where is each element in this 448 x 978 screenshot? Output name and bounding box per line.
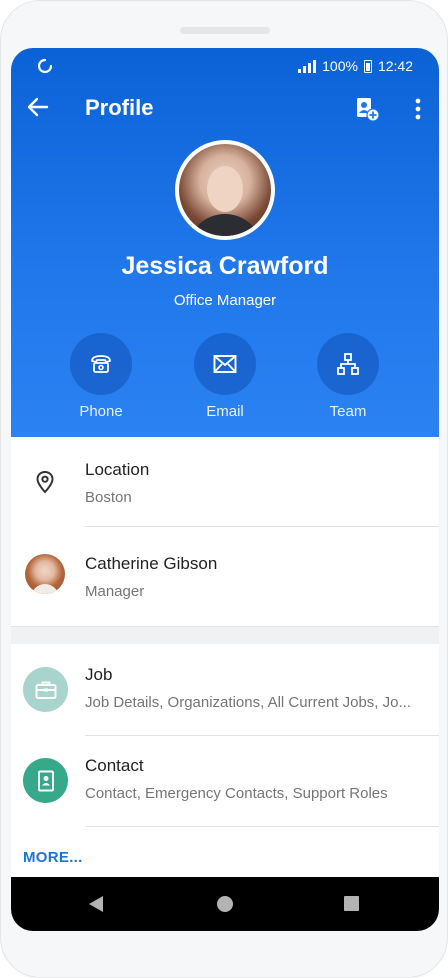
arrow-left-icon (27, 97, 49, 117)
location-pin-icon (36, 470, 54, 494)
nav-recents-icon[interactable] (344, 896, 359, 911)
more-link[interactable]: MORE... (23, 849, 83, 866)
phone-frame: 100% 12:42 Profile Jessica Crawford Offi… (0, 0, 448, 978)
nav-back-icon[interactable] (88, 895, 104, 913)
app-bar: Profile (11, 84, 439, 132)
team-action-button[interactable]: Team (308, 333, 388, 420)
job-section-row[interactable]: Job Job Details, Organizations, All Curr… (11, 645, 439, 735)
briefcase-icon (35, 681, 56, 699)
screen: 100% 12:42 Profile Jessica Crawford Offi… (11, 48, 439, 931)
contact-title: Contact (85, 756, 144, 775)
job-icon-badge (23, 667, 68, 712)
phone-action-button[interactable]: Phone (61, 333, 141, 420)
signal-icon (298, 59, 317, 73)
team-action-label: Team (329, 403, 367, 420)
phone-speaker (180, 27, 270, 34)
manager-row[interactable]: Catherine Gibson Manager (11, 527, 439, 625)
job-title: Job (85, 665, 113, 684)
status-bar: 100% 12:42 (11, 48, 439, 84)
contact-card-icon (37, 770, 54, 791)
add-contact-button[interactable] (350, 92, 384, 126)
manager-avatar (25, 554, 65, 594)
contact-section-row[interactable]: Contact Contact, Emergency Contacts, Sup… (11, 736, 439, 826)
contact-subtitle: Contact, Emergency Contacts, Support Rol… (85, 785, 388, 802)
profile-name: Jessica Crawford (121, 252, 329, 280)
profile-role: Office Manager (173, 292, 277, 309)
location-value: Boston (85, 489, 132, 506)
contact-icon-badge (23, 758, 68, 803)
phone-icon (91, 355, 111, 373)
battery-percent: 100% (322, 58, 358, 74)
overflow-menu-button[interactable] (403, 92, 433, 126)
section-separator (11, 626, 439, 644)
location-label: Location (85, 460, 150, 479)
profile-header: 100% 12:42 Profile Jessica Crawford Offi… (11, 48, 439, 437)
sync-icon (37, 58, 53, 74)
battery-icon (363, 59, 372, 73)
page-title: Profile (85, 95, 154, 120)
back-button[interactable] (23, 92, 53, 122)
divider (85, 826, 439, 827)
email-action-label: Email (206, 403, 244, 420)
phone-action-label: Phone (79, 403, 123, 420)
job-subtitle: Job Details, Organizations, All Current … (85, 694, 411, 711)
nav-home-icon[interactable] (217, 896, 233, 912)
add-contact-icon (357, 98, 380, 122)
location-row[interactable]: Location Boston (11, 437, 439, 527)
manager-title: Manager (85, 583, 145, 600)
team-icon (337, 353, 359, 375)
email-action-button[interactable]: Email (185, 333, 265, 420)
more-vertical-icon (415, 98, 421, 120)
email-icon (213, 355, 237, 373)
clock: 12:42 (377, 58, 413, 74)
system-nav-bar (11, 877, 439, 931)
manager-name: Catherine Gibson (85, 554, 218, 573)
profile-avatar (175, 140, 275, 240)
